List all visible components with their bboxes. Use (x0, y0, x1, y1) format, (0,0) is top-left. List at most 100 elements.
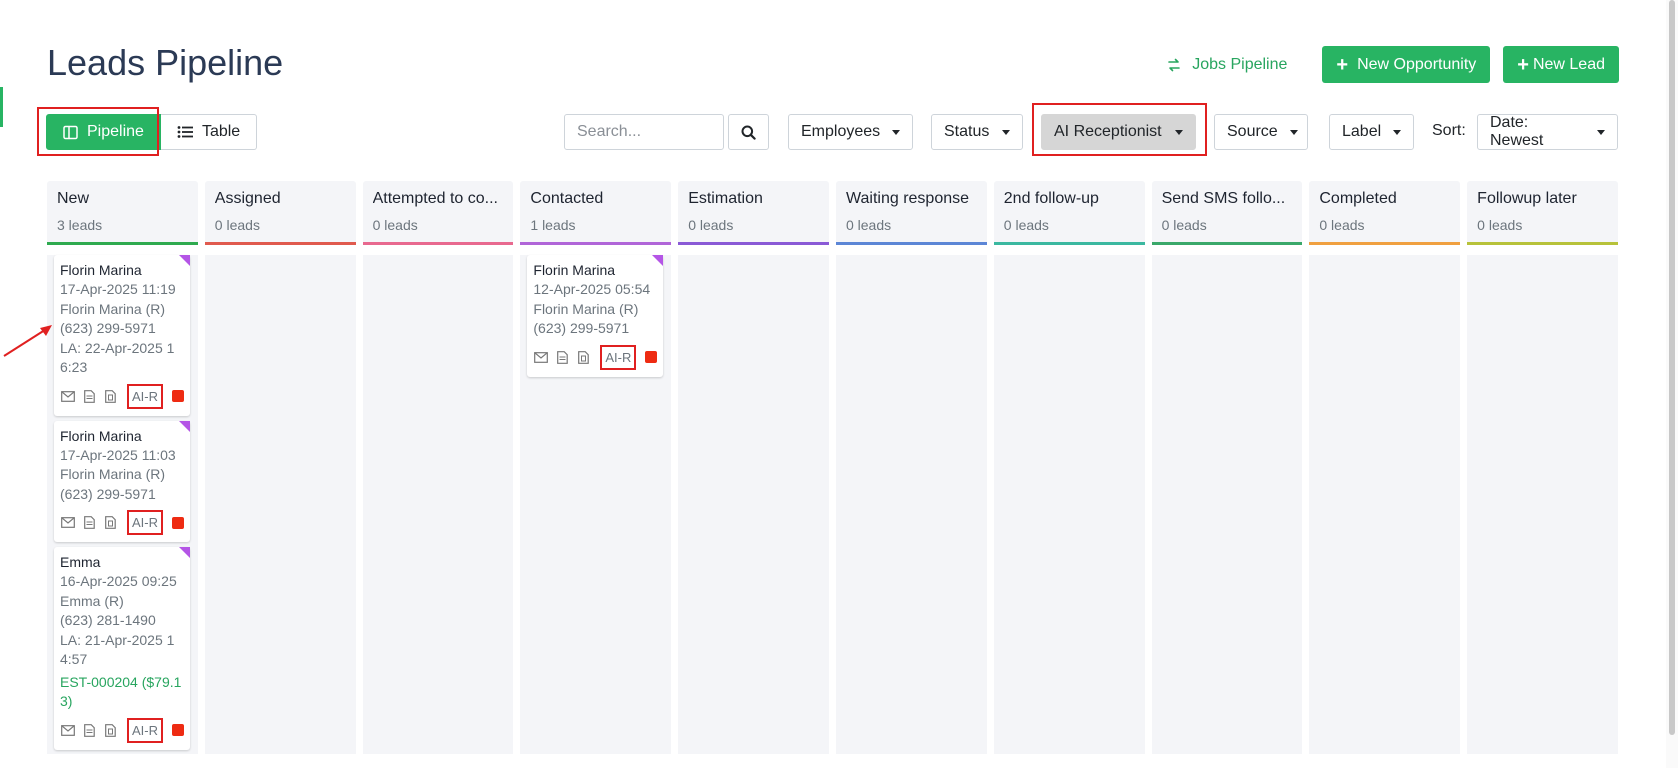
column-new: New 3 leads Florin Marina 17-Apr-2025 11… (47, 181, 198, 754)
pipeline-highlight-frame (37, 107, 159, 156)
mail-icon[interactable] (533, 349, 549, 365)
column-body: Florin Marina 12-Apr-2025 05:54 Florin M… (520, 255, 671, 377)
label-filter[interactable]: Label (1329, 114, 1414, 150)
file-icon[interactable] (102, 722, 118, 738)
column-count: 0 leads (372, 217, 418, 233)
column-name: 2nd follow-up (1003, 190, 1099, 207)
chevron-down-icon (1289, 129, 1298, 135)
toolbar: Pipeline Table Search... Employees Statu… (0, 103, 1678, 156)
label-corner (652, 255, 664, 266)
card-footer: AI-R (533, 344, 658, 371)
column-name: Contacted (530, 190, 604, 207)
jobs-pipeline-link[interactable]: Jobs Pipeline (1166, 56, 1309, 74)
column-name: Attempted to co... (372, 190, 498, 207)
priority-marker (645, 351, 658, 363)
document-icon[interactable] (81, 388, 97, 404)
column-waiting-response: Waiting response 0 leads (835, 181, 987, 754)
column-followup-later: Followup later 0 leads (1467, 181, 1618, 754)
document-icon[interactable] (554, 349, 570, 365)
lead-date: 12-Apr-2025 05:54 (533, 281, 651, 297)
employees-filter[interactable]: Employees (788, 114, 913, 150)
column-name: Followup later (1477, 190, 1577, 207)
column-count: 0 leads (1477, 217, 1523, 233)
lead-phone: (623) 299-5971 (60, 320, 156, 336)
lead-contact: Florin Marina (R) (533, 300, 639, 317)
priority-marker (172, 724, 184, 736)
column-estimation: Estimation 0 leads (678, 181, 829, 754)
ai-receptionist-tag: AI-R (127, 510, 163, 535)
lead-contact: Florin Marina (R) (60, 300, 166, 317)
table-view-button[interactable]: Table (160, 114, 258, 150)
lead-card[interactable]: Florin Marina 12-Apr-2025 05:54 Florin M… (527, 255, 664, 377)
new-opportunity-label: New Opportunity (1357, 55, 1477, 73)
file-icon[interactable] (102, 515, 118, 531)
document-icon[interactable] (81, 722, 97, 738)
column-count: 0 leads (1003, 217, 1049, 233)
lead-last-activity: LA: 21-Apr-2025 14:57 (60, 631, 175, 668)
lead-card[interactable]: Emma 16-Apr-2025 09:25 Emma (R) (623) 28… (54, 547, 190, 750)
label-corner (179, 420, 190, 432)
sort-dropdown[interactable]: Date: Newest (1477, 114, 1618, 150)
page-title: Leads Pipeline (47, 42, 284, 83)
lead-card[interactable]: Florin Marina 17-Apr-2025 11:03 Florin M… (54, 420, 190, 542)
card-footer: AI-R (60, 383, 184, 410)
sort-label: Sort: (1432, 122, 1466, 139)
annotation-arrow (3, 325, 52, 357)
column-count: 0 leads (1319, 217, 1365, 233)
source-filter[interactable]: Source (1214, 114, 1308, 150)
column-name: Send SMS follo... (1161, 190, 1286, 207)
document-icon[interactable] (81, 515, 97, 531)
lead-phone: (623) 281-1490 (60, 612, 156, 628)
column-header: New 3 leads (47, 181, 198, 245)
priority-marker (172, 390, 184, 402)
column-count: 0 leads (688, 217, 734, 233)
column-header: Contacted 1 leads (520, 181, 672, 245)
lead-name: Emma (60, 554, 101, 570)
list-icon (177, 126, 193, 138)
ai-receptionist-tag: AI-R (127, 717, 163, 743)
card-footer: AI-R (60, 717, 184, 744)
status-filter[interactable]: Status (931, 114, 1023, 150)
lead-date: 17-Apr-2025 11:19 (60, 281, 176, 297)
lead-card[interactable]: Florin Marina 17-Apr-2025 11:19 Florin M… (54, 255, 190, 416)
column-header: Send SMS follo... 0 leads (1151, 181, 1303, 245)
column-header: Attempted to co... 0 leads (362, 181, 514, 245)
column-name: Estimation (688, 190, 763, 207)
lead-date: 17-Apr-2025 11:03 (60, 446, 176, 463)
chevron-down-icon (1393, 129, 1402, 135)
plus-icon: + (1336, 53, 1349, 76)
page: Leads Pipeline Jobs Pipeline + New Oppor… (0, 0, 1678, 768)
new-opportunity-button[interactable]: + New Opportunity (1322, 46, 1491, 83)
column-count: 0 leads (1161, 217, 1207, 233)
sort-value: Date: Newest (1490, 114, 1544, 149)
search-button[interactable] (728, 114, 769, 150)
column-completed: Completed 0 leads (1309, 181, 1461, 754)
ai-receptionist-highlight-frame (1032, 103, 1207, 156)
mail-icon[interactable] (60, 388, 76, 404)
column-name: New (57, 190, 90, 207)
estimate-link[interactable]: EST-000204 ($79.13) (60, 673, 184, 712)
column-name: Completed (1319, 190, 1397, 207)
column-header: Assigned 0 leads (204, 181, 356, 245)
column-count: 1 leads (530, 217, 576, 233)
file-icon[interactable] (102, 388, 118, 404)
mail-icon[interactable] (60, 515, 76, 531)
lead-name: Florin Marina (60, 427, 142, 444)
column-count: 3 leads (57, 217, 103, 233)
column-name: Waiting response (845, 190, 970, 207)
label-label: Label (1342, 123, 1382, 140)
header-actions: Jobs Pipeline + New Opportunity + New Le… (1166, 46, 1619, 83)
new-lead-label: New Lead (1532, 55, 1605, 73)
file-icon[interactable] (575, 349, 591, 365)
new-lead-button[interactable]: + New Lead (1503, 46, 1619, 83)
mail-icon[interactable] (60, 722, 76, 738)
chevron-down-icon (892, 129, 901, 135)
column-header: Completed 0 leads (1309, 181, 1461, 245)
column-count: 0 leads (845, 217, 892, 233)
source-label: Source (1227, 123, 1278, 140)
search-input[interactable]: Search... (564, 114, 724, 150)
lead-phone: (623) 299-5971 (60, 485, 156, 502)
jobs-pipeline-label: Jobs Pipeline (1192, 55, 1288, 73)
ai-receptionist-tag: AI-R (127, 383, 163, 409)
column-name: Assigned (214, 190, 281, 207)
